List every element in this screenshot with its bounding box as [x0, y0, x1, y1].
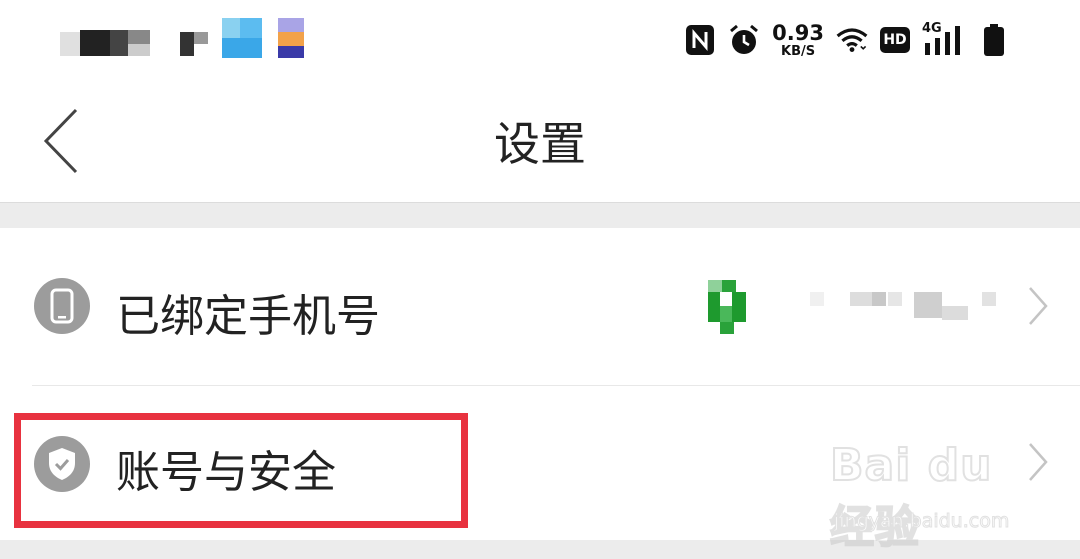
- settings-item-label: 已绑定手机号: [116, 291, 380, 342]
- settings-item-label: 账号与安全: [116, 447, 336, 498]
- page-title: 设置: [494, 117, 586, 171]
- shield-check-icon: [34, 436, 90, 492]
- signal-icon: 4G: [922, 21, 966, 57]
- nfc-icon: [684, 23, 716, 57]
- chevron-right-icon: [1029, 287, 1048, 325]
- wifi-icon: [836, 23, 868, 57]
- network-type-label: 4G: [922, 21, 942, 36]
- net-speed-value: 0.93: [772, 20, 824, 45]
- section-gap-bottom: [0, 540, 1080, 559]
- battery-icon: [978, 23, 1010, 57]
- phone-icon: [34, 278, 90, 334]
- section-gap: [0, 202, 1080, 229]
- alarm-icon: [728, 23, 760, 57]
- net-speed-unit: KB/S: [781, 43, 816, 59]
- status-bar: 0.93 KB/S HD 4G: [0, 0, 1080, 80]
- chevron-right-icon: [1029, 443, 1048, 481]
- net-speed: 0.93 KB/S: [772, 20, 824, 59]
- settings-item-bound-phone[interactable]: 已绑定手机号: [0, 228, 1080, 385]
- navigation-bar: 设置: [0, 80, 1080, 202]
- settings-item-account-security[interactable]: 账号与安全: [0, 386, 1080, 540]
- phone-number-value-obscured: [700, 278, 1010, 334]
- hd-icon: HD: [880, 27, 910, 53]
